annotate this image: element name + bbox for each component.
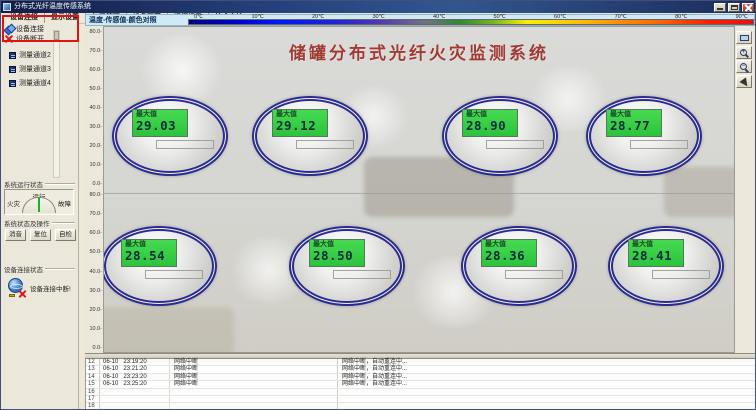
event-log-table: 12 06-1023:19:20 网络中断 网络中断，自动重连中... 13 0…	[85, 359, 755, 410]
group-ops: 系统状态及操作	[4, 218, 75, 228]
tank-gauge-7: 最大值 28.36	[461, 226, 577, 306]
minimize-icon	[717, 8, 723, 10]
ops-label: 系统状态及操作	[4, 218, 50, 228]
dial-fault-label: 故障	[58, 198, 71, 208]
tank-gauge-3: 最大值 28.90	[442, 96, 558, 176]
max-value: 28.90	[466, 119, 517, 133]
max-value: 29.03	[136, 119, 187, 133]
log-row[interactable]: 17	[86, 396, 755, 403]
mute-button[interactable]: 消音	[5, 229, 26, 241]
maximize-button[interactable]	[728, 3, 740, 12]
lcd-display: 最大值 29.12	[272, 109, 328, 137]
sidebar-item-device-disconnect[interactable]: 设备断开	[5, 34, 44, 44]
app-window: 分布式光纤温度传感系统 设备连接 显示设置 权限管理 设备配置 运行记录 技术支…	[0, 0, 756, 410]
y-axis-lower: 80.0 70.0 60.0 50.0 40.0 30.0 20.0 10.0 …	[85, 189, 103, 353]
lcd-display: 最大值 28.50	[309, 239, 365, 267]
self-test-button[interactable]: 自检	[55, 229, 76, 241]
log-row[interactable]: 18	[86, 403, 755, 410]
max-value: 29.12	[276, 119, 327, 133]
tree-item-channel-3[interactable]: 测量通道3	[9, 64, 51, 74]
log-row[interactable]: 13 06-1023:21:20 网络中断 网络中断，自动重连中...	[86, 366, 755, 373]
reset-button[interactable]: 复位	[30, 229, 51, 241]
temperature-colorbar: 温度-传感值-颜色对照 0℃ 10℃ 20℃ 30℃ 40℃ 50℃ 60℃ 7…	[85, 14, 755, 26]
channel-label: 测量通道4	[19, 78, 51, 88]
y-axis-upper: 80.0 70.0 60.0 50.0 40.0 30.0 20.0 10.0 …	[85, 26, 103, 189]
disconnect-icon	[5, 35, 13, 43]
colorbar-label: 温度-传感值-颜色对照	[86, 15, 188, 25]
lcd-display: 最大值 29.03	[132, 109, 188, 137]
lcd-display: 最大值 28.41	[628, 239, 684, 267]
minimize-button[interactable]	[714, 3, 726, 12]
maximize-icon	[731, 5, 738, 10]
close-button[interactable]	[742, 3, 754, 12]
tree-scrollbar[interactable]	[53, 30, 60, 178]
sidebar-item-device-connect[interactable]: 设备连接	[5, 24, 44, 34]
view-toolbar: + −	[736, 31, 754, 88]
tank-farm-view: 储罐分布式光纤火灾监测系统 最大值 29.03 最大值 29.12	[103, 26, 735, 353]
pan-button[interactable]	[736, 75, 752, 88]
dial-fire-label: 火灾	[7, 198, 20, 208]
zoom-in-icon: +	[740, 49, 747, 56]
tank-gauge-8: 最大值 28.41	[608, 226, 724, 306]
fit-view-button[interactable]	[736, 31, 752, 44]
log-row[interactable]: 16	[86, 389, 755, 396]
pan-hand-icon	[739, 77, 750, 88]
lcd-display: 最大值 28.54	[121, 239, 177, 267]
dial-needle	[38, 197, 40, 212]
chart-area: 80.0 70.0 60.0 50.0 40.0 30.0 20.0 10.0 …	[85, 26, 755, 353]
zoom-in-button[interactable]: +	[736, 46, 752, 59]
status-dial: 运行 火灾 故障	[4, 189, 74, 215]
sidebar: 设备连接 设备断开 测量通道2 测量通道3 测量通道4 系统运行状态 运行 火灾…	[1, 23, 79, 410]
max-value: 28.41	[632, 249, 683, 263]
lcd-display: 最大值 28.90	[462, 109, 518, 137]
app-icon	[3, 3, 11, 11]
menu-item-device-connect[interactable]: 设备连接	[4, 13, 45, 23]
screen-icon	[740, 35, 749, 41]
max-value: 28.54	[125, 249, 176, 263]
group-system-status: 系统运行状态	[4, 179, 75, 189]
lcd-display: 最大值 28.36	[481, 239, 537, 267]
page-title: 储罐分布式光纤火灾监测系统	[104, 39, 734, 64]
tank-gauge-1: 最大值 29.03	[112, 96, 228, 176]
tank-gauge-2: 最大值 29.12	[252, 96, 368, 176]
window-title: 分布式光纤温度传感系统	[14, 1, 91, 13]
max-value: 28.77	[610, 119, 661, 133]
channel-label: 测量通道3	[19, 64, 51, 74]
connection-interrupted-status: 设备连接中断!	[30, 283, 71, 293]
device-disconnect-label: 设备断开	[16, 34, 44, 44]
device-connect-label: 设备连接	[16, 24, 44, 34]
network-error-icon	[7, 277, 27, 297]
conn-status-group-label: 设备连接状态	[4, 264, 43, 274]
lcd-display: 最大值 28.77	[606, 109, 662, 137]
system-status-label: 系统运行状态	[4, 179, 43, 189]
zoom-out-button[interactable]: −	[736, 60, 752, 73]
tank-gauge-4: 最大值 28.77	[586, 96, 702, 176]
channel-icon	[9, 80, 16, 87]
title-bar: 分布式光纤温度传感系统	[1, 1, 756, 13]
menu-item-display-settings[interactable]: 显示设置	[45, 13, 86, 23]
channel-icon	[9, 66, 16, 73]
channel-icon	[9, 52, 16, 59]
max-value: 28.36	[485, 249, 536, 263]
colorbar-scale	[188, 19, 754, 25]
tank-gauge-6: 最大值 28.50	[289, 226, 405, 306]
channel-label: 测量通道2	[19, 50, 51, 60]
group-conn-status: 设备连接状态	[4, 264, 75, 274]
tree-item-channel-2[interactable]: 测量通道2	[9, 50, 51, 60]
tank-gauge-5: 最大值 28.54	[103, 226, 217, 306]
zoom-out-icon: −	[740, 63, 747, 70]
tree-item-channel-4[interactable]: 测量通道4	[9, 78, 51, 88]
colorbar-gradient: 0℃ 10℃ 20℃ 30℃ 40℃ 50℃ 60℃ 70℃ 80℃ 90℃	[188, 15, 754, 25]
tree-scrollbar-thumb[interactable]	[54, 31, 59, 40]
connect-icon	[5, 25, 13, 33]
max-value: 28.50	[313, 249, 364, 263]
log-row[interactable]: 15 06-1023:25:20 网络中断 网络中断，自动重连中...	[86, 381, 755, 388]
